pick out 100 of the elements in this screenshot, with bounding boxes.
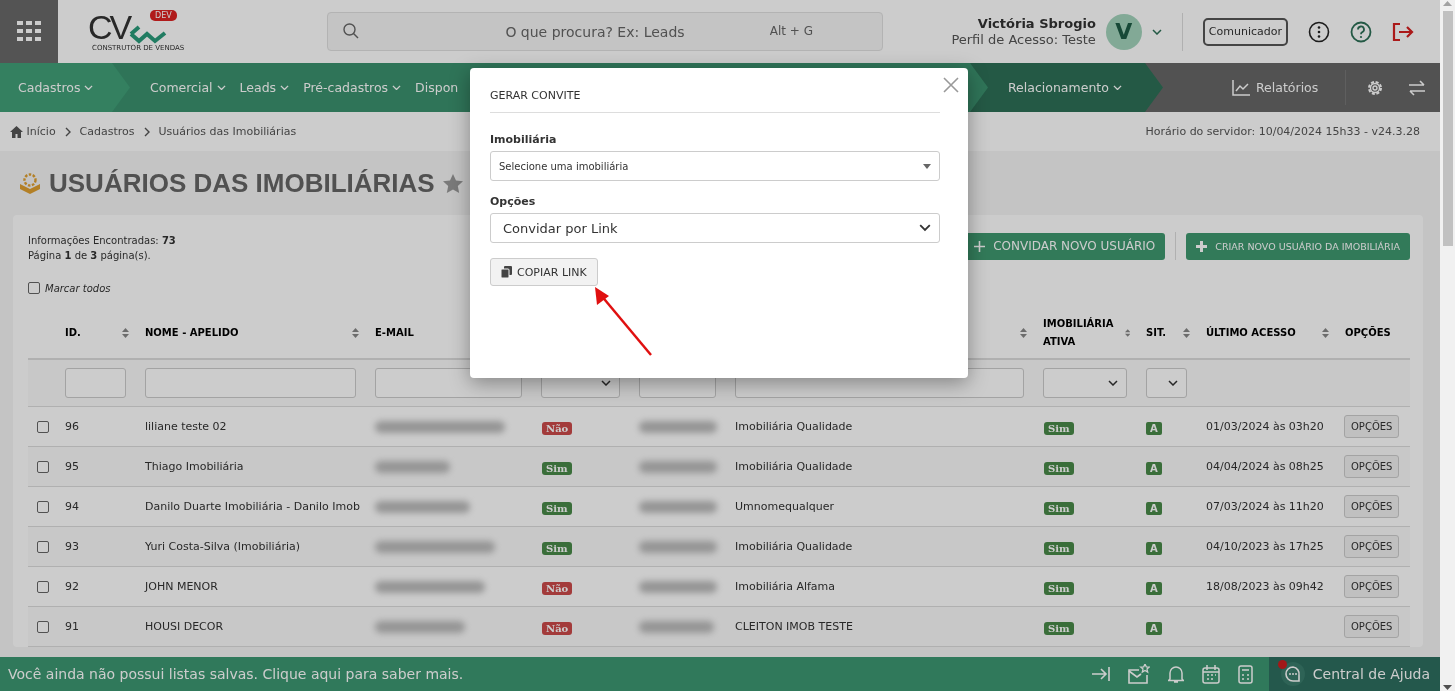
column-header[interactable]: ID.	[65, 324, 81, 342]
table-row[interactable]: 95 Thiago Imobiliária Sim Imobiliária Qualidade Sim A 04/04/2024 às 08h25 OPÇÕES	[28, 447, 1410, 487]
sort-icon[interactable]	[352, 328, 359, 338]
sort-icon[interactable]	[1183, 328, 1190, 338]
table-cell-text: 01/03/2024 às 03h20	[1205, 420, 1325, 433]
row-checkbox[interactable]	[37, 540, 49, 553]
table-cell-text: Umnomequalquer	[734, 500, 835, 513]
sort-icon[interactable]	[122, 328, 129, 338]
table-cell-text: Yuri Costa-Silva (Imobiliária)	[144, 540, 301, 553]
field-label: Opções	[490, 195, 537, 208]
options-button[interactable]: OPÇÕES	[1344, 495, 1400, 518]
apps-menu-button[interactable]	[0, 0, 58, 63]
communicator-button[interactable]: Comunicador	[1202, 17, 1288, 46]
column-header[interactable]: E-MAIL	[375, 324, 414, 342]
scrollbar[interactable]	[1440, 0, 1455, 691]
breadcrumb-link[interactable]: Cadastros	[79, 125, 135, 138]
logout-icon[interactable]	[1392, 21, 1414, 42]
status-badge: A	[1146, 502, 1162, 515]
chevron-down-icon	[216, 84, 226, 91]
column-header[interactable]: ÚLTIMO ACESSO	[1206, 324, 1296, 342]
row-checkbox[interactable]	[37, 420, 49, 433]
table-row[interactable]: 93 Yuri Costa-Silva (Imobiliária) Sim Imobiliária Qualidade Sim A 04/10/2023 às 17h25 OPÇÕES	[28, 527, 1410, 567]
yes-no-badge: Não	[542, 622, 573, 635]
scroll-thumb[interactable]	[1442, 11, 1453, 246]
nav-menu-item[interactable]: Leads	[232, 63, 297, 112]
sort-icon[interactable]	[1322, 328, 1329, 338]
chevron-down-icon	[1112, 84, 1122, 91]
nav-menu-item[interactable]: Comercial	[143, 63, 233, 112]
help-center-button[interactable]: Central de Ajuda	[1268, 657, 1440, 691]
select-all-label[interactable]: Marcar todos	[45, 282, 111, 294]
row-checkbox[interactable]	[37, 460, 49, 473]
table-cell-text: 92	[64, 580, 80, 593]
avatar[interactable]: V	[1105, 13, 1142, 50]
summary-text: Informações Encontradas: 73	[28, 234, 176, 248]
status-badge: A	[1146, 542, 1162, 555]
server-time: Horário do servidor: 10/04/2024 15h33 - v24.3.28	[1145, 125, 1420, 138]
swap-arrows-icon[interactable]	[1408, 78, 1427, 97]
options-button[interactable]: OPÇÕES	[1344, 535, 1400, 558]
row-checkbox[interactable]	[37, 580, 49, 593]
mail-star-icon[interactable]	[1127, 664, 1150, 684]
status-badge: A	[1146, 622, 1162, 635]
reports-link[interactable]: Relatórios	[1225, 63, 1326, 112]
filter-field[interactable]	[145, 368, 356, 398]
settings-icon[interactable]	[1366, 78, 1385, 97]
table-cell-text: 96	[64, 420, 80, 433]
table-cell-text: Imobiliária Alfama	[734, 580, 837, 593]
column-header[interactable]: SIT.	[1146, 324, 1167, 342]
status-badge: A	[1146, 582, 1162, 595]
sort-icon[interactable]	[1124, 328, 1130, 338]
table-cell-text: 93	[64, 540, 80, 553]
page-title: USUÁRIOS DAS IMOBILIÁRIAS	[49, 167, 435, 199]
line-chart-icon	[1232, 79, 1250, 96]
row-checkbox[interactable]	[37, 500, 49, 513]
chevron-down-icon	[1108, 380, 1118, 386]
summary-text: Página 1 de 3 página(s).	[28, 249, 152, 263]
table-row[interactable]: 91 HOUSI DECOR Não CLEITON IMOB TESTE Sim A OPÇÕES	[28, 607, 1410, 647]
home-icon[interactable]	[10, 125, 23, 138]
table-cell-text: 18/08/2023 às 09h42	[1205, 580, 1325, 593]
calendar-icon[interactable]	[1201, 664, 1220, 684]
copy-icon	[501, 266, 512, 278]
column-header[interactable]: OPÇÕES	[1345, 324, 1391, 342]
options-button[interactable]: OPÇÕES	[1344, 415, 1400, 438]
table-cell-text: Danilo Duarte Imobiliária - Danilo Imob	[144, 500, 361, 513]
field-label: Imobiliária	[490, 133, 558, 146]
options-button[interactable]: OPÇÕES	[1344, 455, 1400, 478]
collapse-arrow-icon[interactable]	[1091, 667, 1110, 681]
chevron-right-icon	[143, 126, 150, 137]
scroll-down-icon[interactable]	[1443, 684, 1452, 691]
copy-link-button[interactable]: COPIAR LINK	[490, 258, 598, 286]
nav-menu-item[interactable]: Relacionamento	[970, 63, 1163, 112]
help-icon[interactable]	[1350, 20, 1372, 43]
chevron-down-icon	[1151, 28, 1162, 35]
row-checkbox[interactable]	[37, 620, 49, 633]
chevron-right-icon	[64, 126, 71, 137]
caret-icon	[923, 163, 931, 169]
sort-icon[interactable]	[1020, 328, 1027, 338]
scroll-up-icon[interactable]	[1443, 0, 1452, 7]
filter-field[interactable]	[65, 368, 126, 398]
table-cell-text: JOHN MENOR	[143, 580, 219, 593]
options-button[interactable]: OPÇÕES	[1344, 615, 1400, 638]
yes-no-badge: Sim	[1044, 462, 1074, 475]
user-name: Victória Sbrogio	[976, 15, 1096, 32]
dropdown-field[interactable]: Convidar por Link	[490, 213, 940, 243]
more-icon[interactable]	[1308, 20, 1330, 43]
nav-menu-item[interactable]: Pré-cadastros	[296, 63, 409, 112]
bell-icon[interactable]	[1167, 664, 1184, 684]
table-cell-text: Imobiliária Qualidade	[734, 420, 854, 433]
calculator-icon[interactable]	[1237, 664, 1253, 684]
column-header[interactable]: NOME - APELIDO	[145, 324, 239, 342]
plus-icon	[1196, 240, 1208, 252]
yes-no-badge: Sim	[1044, 502, 1074, 515]
select-all-checkbox[interactable]	[28, 282, 40, 294]
favorite-star-icon[interactable]	[442, 173, 463, 193]
dropdown-field[interactable]: Selecione uma imobiliária	[490, 151, 940, 181]
breadcrumb-link[interactable]: Início	[26, 125, 56, 138]
table-cell-text: 04/10/2023 às 17h25	[1205, 540, 1325, 553]
options-button[interactable]: OPÇÕES	[1344, 575, 1400, 598]
column-header[interactable]: IMOBILIÁRIA ATIVA	[1043, 315, 1125, 351]
table-cell-text: 94	[64, 500, 80, 513]
yes-no-badge: Não	[542, 582, 573, 595]
